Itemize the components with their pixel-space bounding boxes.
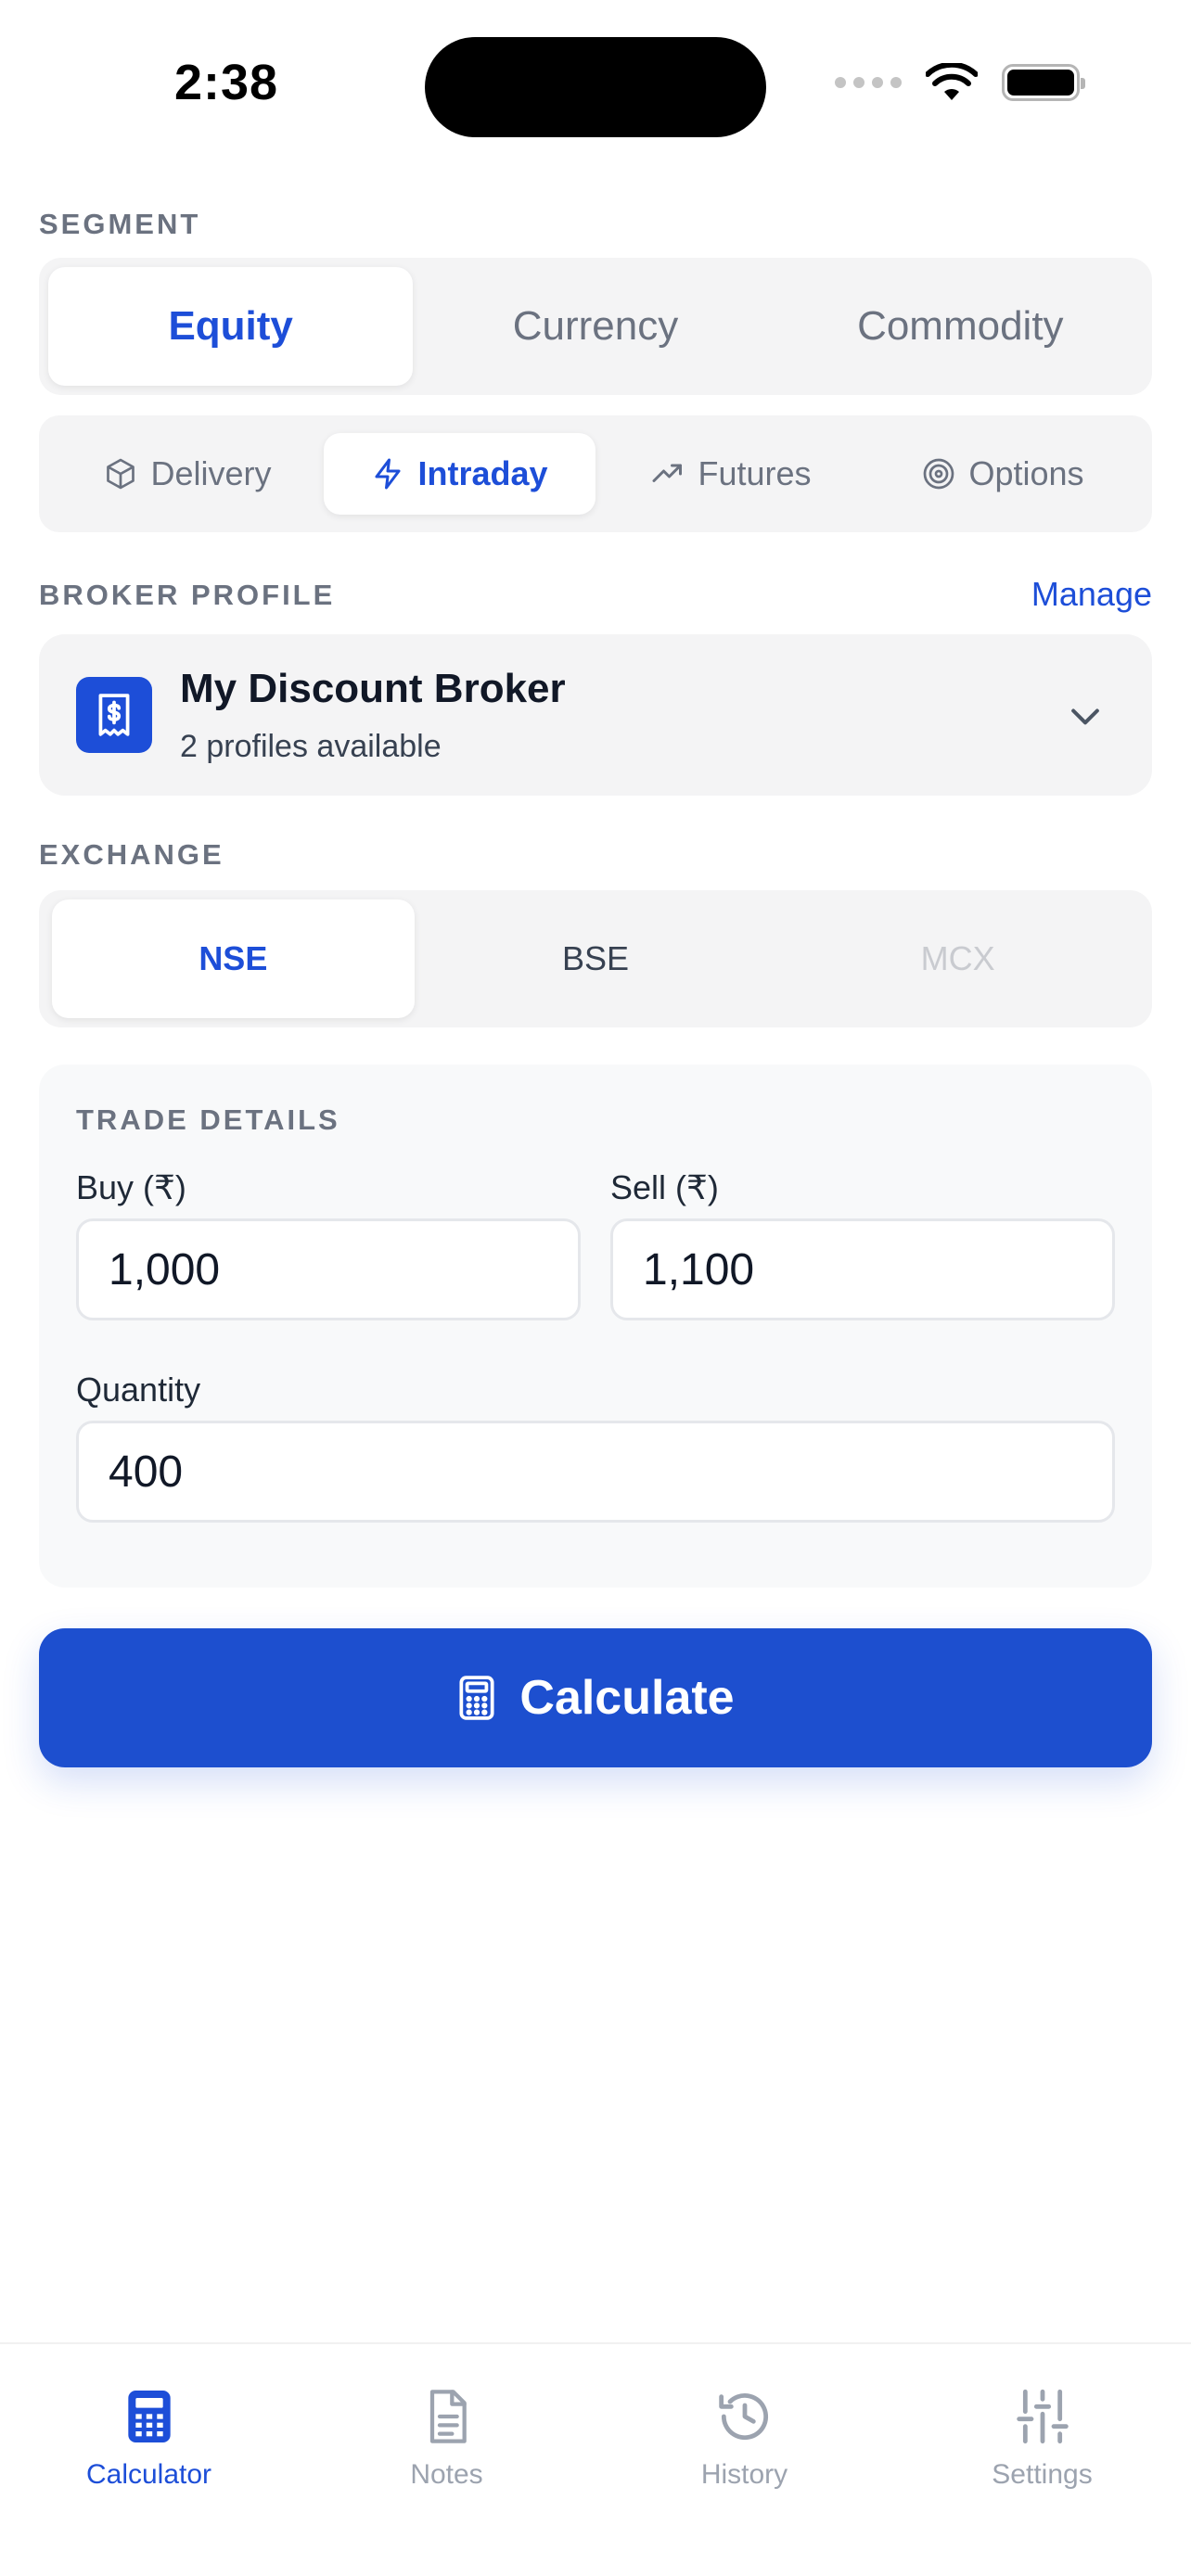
box-icon <box>107 458 135 490</box>
document-icon <box>429 2390 467 2443</box>
tab-label: Notes <box>410 2459 483 2490</box>
segment-label: SEGMENT <box>39 208 201 240</box>
cellular-signal-icon <box>835 77 902 88</box>
target-icon <box>924 458 954 490</box>
calculator-icon <box>459 1676 494 1720</box>
buy-price-label: Buy (₹) <box>76 1168 186 1206</box>
trade-details-title: TRADE DETAILS <box>76 1103 340 1136</box>
calculator-icon <box>127 2391 171 2442</box>
tab-label: History <box>700 2459 788 2490</box>
exchange-nse[interactable]: NSE <box>52 899 415 1018</box>
trade-type-delivery[interactable]: Delivery <box>52 433 324 515</box>
wifi-icon <box>926 63 978 100</box>
trade-details-card: TRADE DETAILS Buy (₹) 1,000 Sell (₹) 1,1… <box>39 1065 1152 1588</box>
tab-history[interactable]: History <box>596 2344 893 2576</box>
exchange-bse[interactable]: BSE <box>415 899 777 1018</box>
history-icon <box>718 2393 768 2441</box>
segment-commodity[interactable]: Commodity <box>778 267 1143 386</box>
calculate-button[interactable]: Calculate <box>39 1628 1152 1767</box>
calculate-label: Calculate <box>519 1671 735 1725</box>
trade-type-label: Futures <box>698 454 812 492</box>
exchange-label: EXCHANGE <box>39 838 224 871</box>
trade-type-intraday[interactable]: Intraday <box>324 433 596 515</box>
sliders-icon <box>1016 2389 1069 2444</box>
exchange-mcx: MCX <box>920 939 995 977</box>
lightning-icon <box>375 458 401 490</box>
segment-currency[interactable]: Currency <box>413 267 777 386</box>
broker-name: My Discount Broker <box>180 666 566 711</box>
buy-price-input[interactable]: 1,000 <box>76 1218 581 1320</box>
status-icons <box>835 63 1085 102</box>
broker-subtitle: 2 profiles available <box>180 729 442 764</box>
trade-type-futures[interactable]: Futures <box>596 433 867 515</box>
receipt-dollar-icon <box>98 694 130 736</box>
chevron-down-icon <box>1071 708 1099 725</box>
sell-price-input[interactable]: 1,100 <box>610 1218 1115 1320</box>
segment-equity[interactable]: Equity <box>48 267 414 386</box>
tab-label: Calculator <box>85 2459 212 2490</box>
quantity-label: Quantity <box>76 1371 201 1409</box>
sell-price-label: Sell (₹) <box>610 1168 719 1206</box>
trade-type-label: Options <box>968 454 1084 492</box>
trade-type-label: Intraday <box>417 454 548 492</box>
segment-control: Equity Currency Commodity <box>39 258 1152 395</box>
trade-type-control: Delivery Intraday Futures Options <box>39 415 1152 532</box>
trending-up-icon <box>652 464 683 482</box>
tab-calculator[interactable]: Calculator <box>0 2344 298 2576</box>
exchange-control: NSE BSE MCX <box>39 890 1152 1027</box>
quantity-input[interactable]: 400 <box>76 1421 1115 1523</box>
tab-notes[interactable]: Notes <box>298 2344 596 2576</box>
tab-settings[interactable]: Settings <box>893 2344 1191 2576</box>
broker-profile-label: BROKER PROFILE <box>39 579 336 611</box>
trade-type-label: Delivery <box>150 454 272 492</box>
battery-icon <box>1002 64 1085 101</box>
tab-bar: Calculator Notes History Settings <box>0 2342 1191 2576</box>
status-time: 2:38 <box>174 55 279 110</box>
broker-icon <box>76 677 152 753</box>
dynamic-island <box>425 37 766 137</box>
broker-profile-selector[interactable]: My Discount Broker 2 profiles available <box>39 634 1152 796</box>
manage-link[interactable]: Manage <box>1031 575 1152 614</box>
tab-label: Settings <box>992 2459 1093 2490</box>
status-bar: 2:38 <box>0 0 1191 167</box>
trade-type-options[interactable]: Options <box>867 433 1139 515</box>
